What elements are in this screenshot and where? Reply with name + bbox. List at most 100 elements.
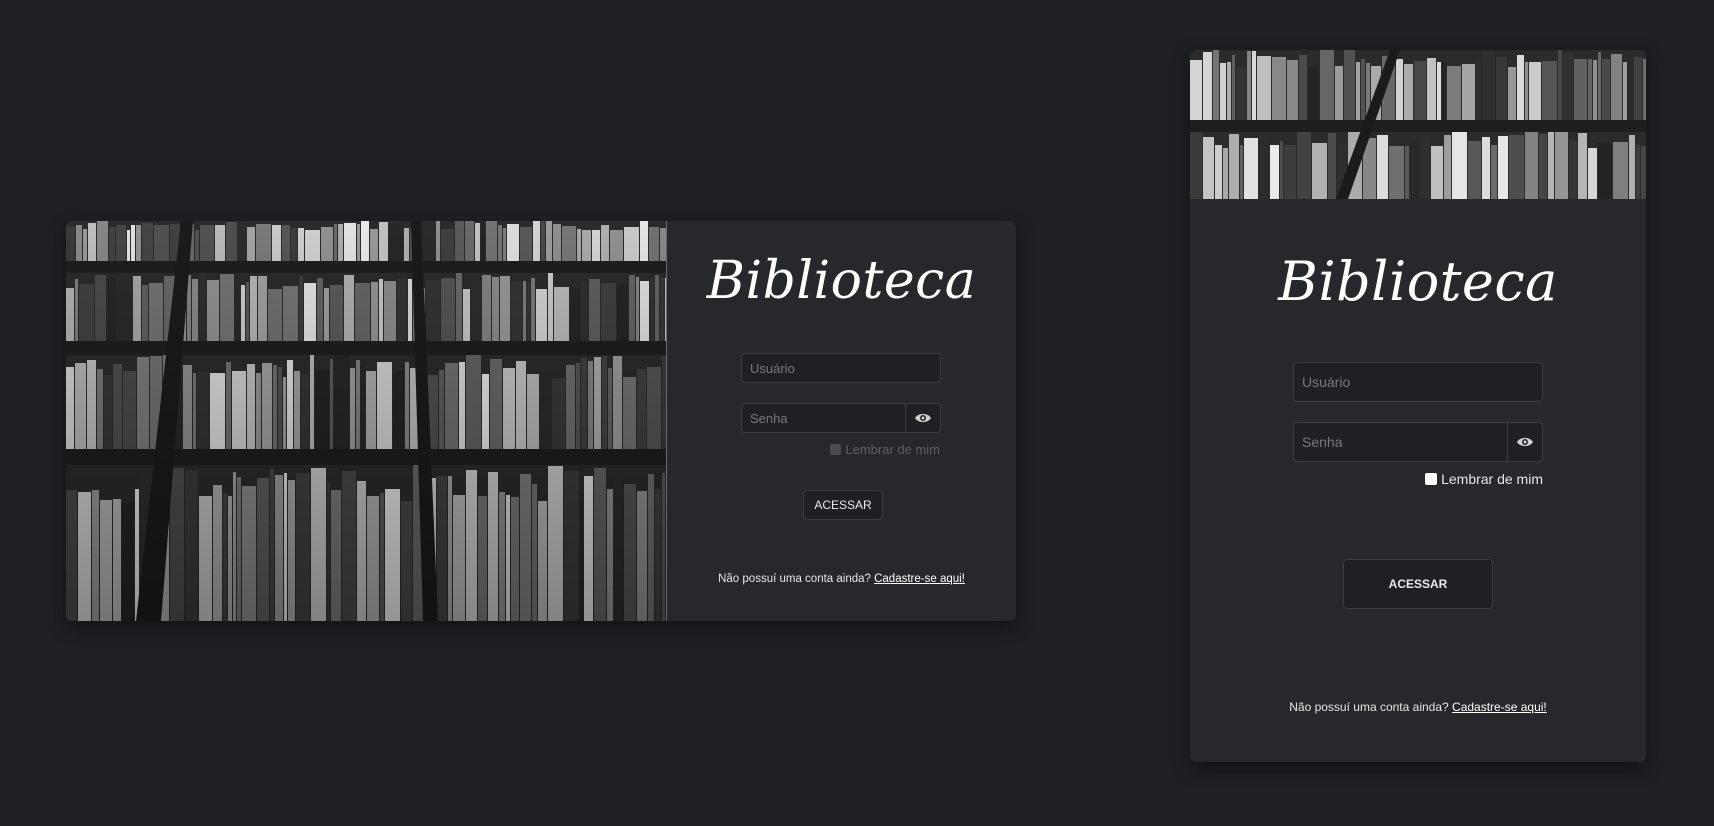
book-spine bbox=[1335, 66, 1343, 120]
book-spine bbox=[1220, 63, 1226, 120]
book-spine bbox=[1629, 135, 1635, 199]
desktop-login-form: Biblioteca Lembrar de mim ACESSAR Não po… bbox=[667, 221, 1016, 621]
eye-icon bbox=[915, 413, 931, 423]
book-spine bbox=[1405, 146, 1409, 199]
toggle-password-button[interactable] bbox=[905, 404, 940, 432]
username-field[interactable] bbox=[741, 353, 941, 383]
book-spine bbox=[1232, 55, 1235, 120]
book-spine bbox=[1623, 62, 1627, 120]
bookshelf-banner-photo bbox=[1190, 50, 1646, 199]
signup-link[interactable]: Cadastre-se aqui! bbox=[874, 573, 965, 585]
remember-me-option[interactable]: Lembrar de mim bbox=[830, 442, 940, 457]
book-spine bbox=[1529, 62, 1541, 120]
book-spine bbox=[1483, 52, 1495, 120]
book-spine bbox=[1361, 59, 1365, 120]
book-spine bbox=[1498, 136, 1508, 199]
brand-title: Biblioteca bbox=[706, 251, 977, 311]
submit-button[interactable]: ACESSAR bbox=[803, 490, 883, 520]
book-spine bbox=[1508, 67, 1516, 120]
book-spine bbox=[1628, 55, 1633, 120]
book-spine bbox=[1517, 55, 1524, 120]
book-spine bbox=[1320, 50, 1334, 120]
username-field[interactable] bbox=[1293, 362, 1543, 402]
signup-prompt: Não possuí uma conta ainda? Cadastre-se … bbox=[1190, 700, 1646, 714]
signup-prompt: Não possuí uma conta ainda? Cadastre-se … bbox=[667, 573, 1016, 585]
book-spine bbox=[1634, 57, 1642, 120]
book-spine bbox=[1598, 52, 1601, 120]
book-spine bbox=[1509, 135, 1524, 199]
book-spine bbox=[1602, 59, 1610, 120]
book-spine bbox=[1569, 141, 1577, 199]
book-spine bbox=[1272, 57, 1286, 120]
book-spine bbox=[1213, 50, 1219, 120]
username-input[interactable] bbox=[1294, 363, 1542, 401]
book-spine bbox=[1613, 142, 1628, 199]
book-spine bbox=[1598, 143, 1612, 199]
book-spine bbox=[1574, 59, 1587, 120]
brand-title: Biblioteca bbox=[1278, 250, 1558, 313]
password-field[interactable] bbox=[741, 403, 941, 433]
signup-link[interactable]: Cadastre-se aqui! bbox=[1452, 700, 1547, 714]
remember-me-checkbox[interactable] bbox=[830, 444, 842, 455]
book-spine bbox=[1284, 145, 1296, 199]
bookshelf-photo bbox=[66, 221, 666, 621]
book-spine bbox=[1555, 132, 1568, 199]
book-spine bbox=[1588, 148, 1597, 199]
book-spine bbox=[1593, 60, 1597, 120]
book-spine bbox=[1442, 62, 1446, 120]
password-input[interactable] bbox=[1294, 423, 1542, 461]
book-spine bbox=[1312, 143, 1327, 199]
book-spine bbox=[1525, 132, 1538, 199]
book-spine bbox=[1227, 62, 1231, 120]
book-spine bbox=[1468, 141, 1481, 199]
book-spine bbox=[1308, 67, 1319, 120]
book-spine bbox=[1396, 59, 1403, 120]
book-spine bbox=[1539, 134, 1547, 199]
signup-prompt-text: Não possuí uma conta ainda? bbox=[1289, 700, 1449, 714]
signup-prompt-text: Não possuí uma conta ainda? bbox=[718, 573, 871, 585]
book-spine bbox=[1259, 136, 1269, 199]
password-field[interactable] bbox=[1293, 422, 1543, 462]
book-spine bbox=[1558, 50, 1562, 120]
book-spine bbox=[1344, 50, 1355, 120]
toggle-password-button[interactable] bbox=[1507, 423, 1542, 461]
book-spine bbox=[1611, 54, 1622, 120]
desktop-login-card: Biblioteca Lembrar de mim ACESSAR Não po… bbox=[66, 221, 1016, 621]
remember-me-checkbox[interactable] bbox=[1425, 473, 1438, 485]
book-spine bbox=[1404, 64, 1413, 120]
book-spine bbox=[1297, 132, 1311, 199]
book-spine bbox=[1548, 132, 1554, 199]
book-spine bbox=[1462, 64, 1475, 120]
book-spine bbox=[1229, 134, 1239, 199]
book-spine bbox=[1588, 59, 1592, 120]
submit-button[interactable]: ACESSAR bbox=[1343, 559, 1493, 609]
book-spine bbox=[1496, 57, 1507, 120]
book-spine bbox=[1240, 145, 1243, 199]
book-spine bbox=[1190, 60, 1202, 120]
book-spine bbox=[1190, 132, 1202, 199]
book-spine bbox=[1420, 139, 1430, 199]
book-spine bbox=[1328, 133, 1336, 199]
book-spine bbox=[1636, 145, 1640, 199]
book-spine bbox=[1252, 51, 1256, 120]
book-spine bbox=[1223, 148, 1228, 199]
book-spine bbox=[1203, 137, 1214, 199]
book-spine bbox=[1287, 60, 1298, 120]
remember-me-label: Lembrar de mim bbox=[1441, 471, 1543, 487]
book-spine bbox=[1444, 135, 1451, 199]
book-spine bbox=[1542, 61, 1557, 120]
book-spine bbox=[1563, 53, 1573, 120]
book-spine bbox=[1482, 137, 1490, 199]
book-spine bbox=[1389, 146, 1404, 199]
mobile-login-card: Biblioteca Lembrar de mim ACESSAR Não po… bbox=[1190, 50, 1646, 762]
username-input[interactable] bbox=[742, 354, 940, 382]
book-spine bbox=[1491, 145, 1497, 199]
remember-me-option[interactable]: Lembrar de mim bbox=[1425, 471, 1543, 487]
book-spine bbox=[1641, 146, 1646, 199]
bookshelf-banner-image bbox=[1190, 50, 1646, 199]
book-spine bbox=[1236, 67, 1246, 120]
book-spine bbox=[1525, 62, 1528, 120]
book-spine bbox=[1247, 51, 1251, 120]
book-spine bbox=[1431, 146, 1443, 199]
book-spine bbox=[1437, 62, 1441, 120]
